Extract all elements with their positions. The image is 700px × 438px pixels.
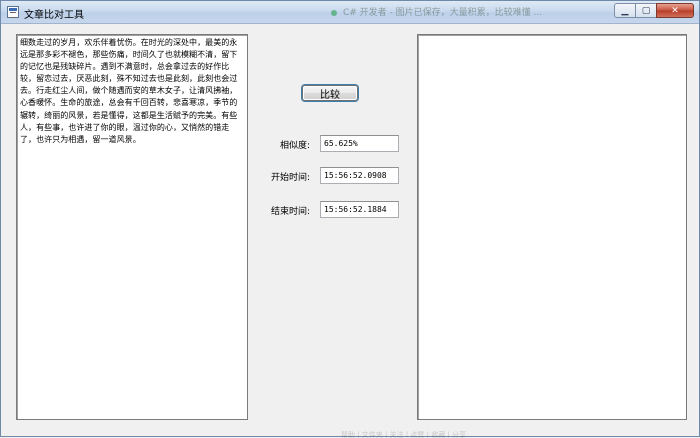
background-ghost-label: C# 开发者 - 图片已保存，大量积累，比较难懂 ... [343,8,543,18]
status-dot-icon [331,9,337,16]
source-text-box[interactable]: 细数走过的岁月，欢乐伴着忧伤。在时光的深处中，最美的永远是那多彩不褪色，那些伤痛… [16,34,248,420]
end-time-field[interactable]: 15:56:52.1884 [320,201,399,218]
similarity-label: 相似度: [279,141,310,151]
similarity-field[interactable]: 65.625% [320,135,399,152]
maximize-button[interactable]: ▢ [635,3,657,18]
start-time-label: 开始时间: [270,173,310,183]
minimize-button[interactable]: ▁ [614,3,636,18]
client-area: 细数走过的岁月，欢乐伴着忧伤。在时光的深处中，最美的永远是那多彩不褪色，那些伤痛… [2,25,698,435]
compare-button[interactable]: 比较 [302,85,358,101]
background-ghost-text: C# 开发者 - 图片已保存，大量积累，比较难懂 ... [331,5,561,19]
end-time-label: 结束时间: [270,207,310,217]
title-bar[interactable]: 文章比对工具 C# 开发者 - 图片已保存，大量积累，比较难懂 ... ▁ ▢ … [1,1,699,24]
close-button[interactable]: ✕ [656,3,694,18]
start-time-field[interactable]: 15:56:52.0908 [320,167,399,184]
source-text: 细数走过的岁月，欢乐伴着忧伤。在时光的深处中，最美的永远是那多彩不褪色，那些伤痛… [20,38,238,144]
window-title: 文章比对工具 [24,10,84,21]
target-text-box[interactable] [417,34,687,420]
window-controls: ▁ ▢ ✕ [614,3,694,19]
app-window: 文章比对工具 C# 开发者 - 图片已保存，大量积累，比较难懂 ... ▁ ▢ … [0,0,700,438]
app-icon[interactable] [7,6,19,18]
